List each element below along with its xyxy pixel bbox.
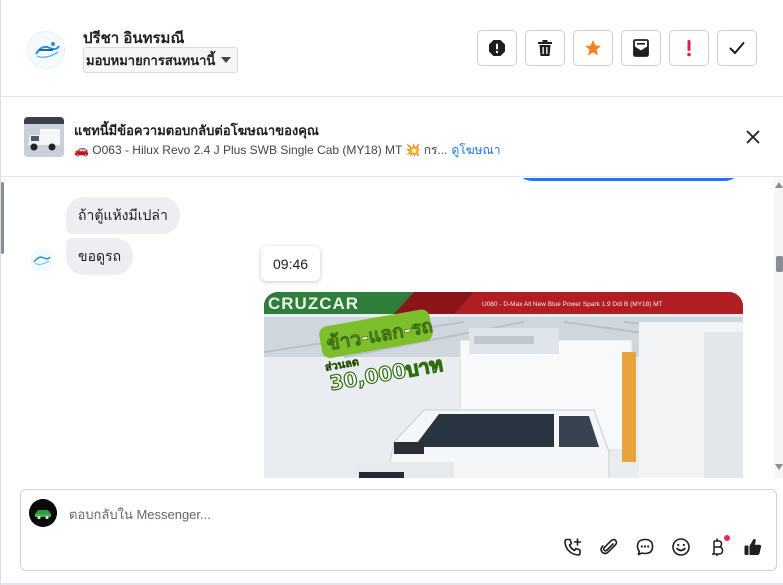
scrollbar-thumb[interactable] <box>776 256 783 272</box>
important-button[interactable] <box>669 30 709 66</box>
ad-reply-notice: แชทนี้มีข้อความตอบกลับต่อโฆษณาของคุณ <box>74 123 319 138</box>
saved-reply-icon <box>636 538 654 556</box>
attach-file-button[interactable] <box>598 536 620 558</box>
mark-unread-icon <box>633 39 649 57</box>
trash-icon <box>538 40 552 56</box>
messenger-conversation: ปรีชา อินทรมณี มอบหมายการสนทนานี้ แชทนี้… <box>0 0 783 585</box>
emoji-icon <box>672 538 690 556</box>
message-text: ขอดูรถ <box>78 247 122 264</box>
close-icon <box>746 130 760 144</box>
caret-down-icon <box>221 57 232 63</box>
emoji-button[interactable] <box>670 536 692 558</box>
assign-conversation-label: มอบหมายการสนทนานี้ <box>86 52 216 68</box>
notification-dot <box>724 535 730 541</box>
baht-icon <box>712 538 724 556</box>
banner-title: CRUZCAR <box>268 294 359 313</box>
saved-replies-button[interactable] <box>634 536 656 558</box>
composer-toolbar <box>562 535 764 558</box>
close-banner-button[interactable] <box>744 128 762 146</box>
page-avatar <box>29 499 57 527</box>
reply-input[interactable] <box>69 503 669 525</box>
phone-icon <box>564 538 582 556</box>
important-icon <box>687 40 691 57</box>
assign-conversation-dropdown[interactable]: มอบหมายการสนทนานี้ <box>83 47 239 73</box>
conversation-header: ปรีชา อินทรมณี มอบหมายการสนทนานี้ <box>1 0 783 97</box>
previous-outgoing-message[interactable] <box>516 178 741 181</box>
like-icon <box>744 538 762 555</box>
incoming-message[interactable]: ขอดูรถ <box>66 238 134 275</box>
scroll-up-arrow-icon[interactable] <box>775 182 783 188</box>
contact-avatar[interactable] <box>27 31 65 69</box>
thread-scrollbar[interactable] <box>774 178 783 478</box>
star-icon <box>585 40 601 56</box>
ad-description: 🚗 O063 - Hilux Revo 2.4 J Plus SWB Singl… <box>74 141 500 160</box>
delete-button[interactable] <box>525 30 565 66</box>
reply-composer <box>20 489 777 571</box>
panel-resize-handle[interactable] <box>1 182 4 254</box>
message-text: ถ้าตู้แห้งมีเปล่า <box>78 206 168 223</box>
report-button[interactable] <box>477 30 517 66</box>
scroll-down-arrow-icon[interactable] <box>775 464 783 470</box>
sender-avatar[interactable] <box>30 248 54 272</box>
attachment-icon <box>600 538 618 555</box>
timestamp-tooltip: 09:46 <box>261 246 321 281</box>
report-icon <box>489 40 505 56</box>
incoming-message[interactable]: ถ้าตู้แห้งมีเปล่า <box>66 197 180 234</box>
banner-caption: U080 - D-Max All New Blue Power Spark 1.… <box>482 301 663 308</box>
mark-unread-button[interactable] <box>621 30 661 66</box>
ad-thumbnail[interactable] <box>24 117 64 157</box>
check-icon <box>729 42 745 54</box>
conversation-actions <box>477 30 757 66</box>
ad-context-banner: แชทนี้มีข้อความตอบกลับต่อโฆษณาของคุณ 🚗 O… <box>1 98 783 177</box>
mark-done-button[interactable] <box>717 30 757 66</box>
view-ad-link[interactable]: ดูโฆษณา <box>452 143 501 157</box>
car-photo-message[interactable]: CRUZCAR U080 - D-Max All New Blue Power … <box>264 292 743 478</box>
payment-button[interactable] <box>706 535 730 558</box>
ad-subtitle: 🚗 O063 - Hilux Revo 2.4 J Plus SWB Singl… <box>74 143 448 157</box>
send-like-button[interactable] <box>742 536 764 558</box>
follow-up-button[interactable] <box>573 30 613 66</box>
call-button[interactable] <box>562 536 584 558</box>
message-thread[interactable]: ถ้าตู้แห้งมีเปล่า ขอดูรถ 09:46 CRUZCAR U… <box>1 178 783 478</box>
